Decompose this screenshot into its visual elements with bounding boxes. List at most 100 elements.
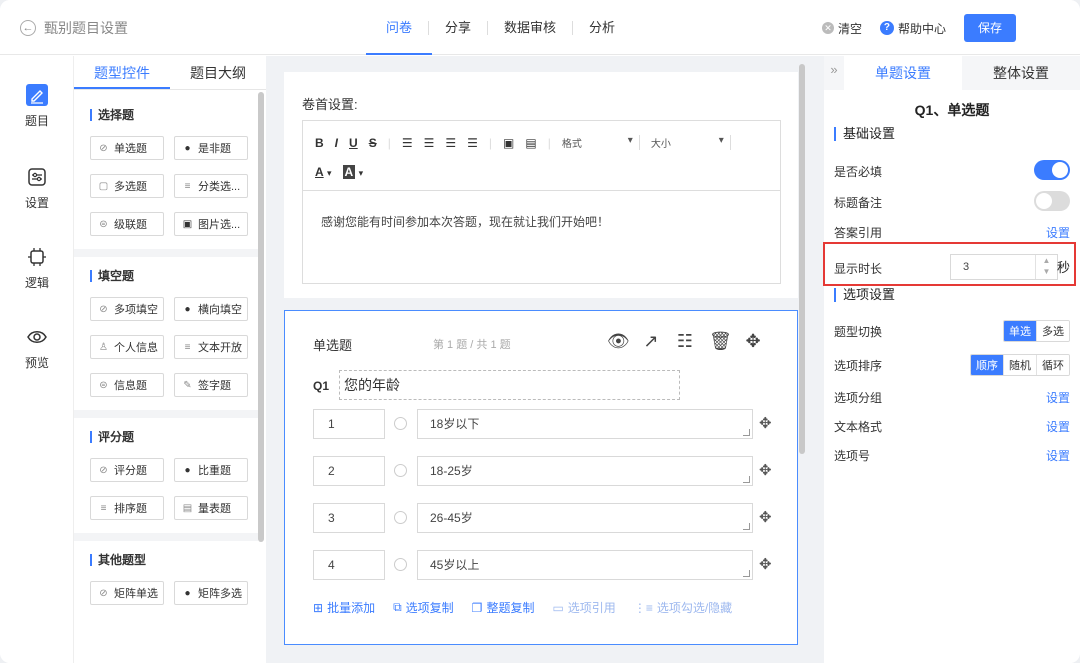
option-number-input[interactable]: 2 xyxy=(313,456,385,486)
align-right-icon[interactable]: ☰ xyxy=(445,136,456,150)
background-color-button[interactable]: A ▾ xyxy=(342,165,363,179)
chip-single-choice[interactable]: ⊘ 单选题 xyxy=(90,136,164,160)
answer-ref-setting-link[interactable]: 设置 xyxy=(1046,224,1070,241)
header-content-text[interactable]: 感谢您能有时间参加本次答题，现在就让我们开始吧！ xyxy=(321,213,609,230)
option-text-input[interactable]: 26-45岁 xyxy=(417,503,753,533)
question-title-input[interactable]: 您的年龄 xyxy=(339,370,680,400)
order-sequential-option[interactable]: 顺序 xyxy=(971,355,1003,375)
chip-image-choice[interactable]: ▣ 图片选... xyxy=(174,212,248,236)
rich-text-editor: B I U S | ☰ ☰ ☰ ☰ | ▣ ▤ | 格式 ▾ 大小 ▾ A ▾ … xyxy=(302,120,781,284)
option-text-input[interactable]: 45岁以上 xyxy=(417,550,753,580)
option-text-input[interactable]: 18-25岁 xyxy=(417,456,753,486)
nav-item-settings[interactable]: 设置 xyxy=(0,166,74,211)
align-center-icon[interactable]: ☰ xyxy=(424,136,435,150)
move-icon[interactable]: ✥ xyxy=(759,461,772,479)
tab-outline[interactable]: 题目大纲 xyxy=(170,56,266,89)
component-scrollbar[interactable] xyxy=(258,92,264,542)
chip-personal-info[interactable]: ♙ 个人信息 xyxy=(90,335,164,359)
chip-multi-choice[interactable]: ▢ 多选题 xyxy=(90,174,164,198)
chip-label: 量表题 xyxy=(198,503,231,515)
help-center-link[interactable]: ? 帮助中心 xyxy=(879,20,946,37)
batch-add-button[interactable]: ⊞ 批量添加 xyxy=(313,599,375,616)
tab-question-settings[interactable]: 单题设置 xyxy=(844,56,962,90)
size-select[interactable]: 大小 ▾ xyxy=(651,135,731,150)
share-icon[interactable]: ↗ xyxy=(641,331,661,352)
group-divider xyxy=(74,410,258,418)
option-number-input[interactable]: 3 xyxy=(313,503,385,533)
tab-share[interactable]: 分享 xyxy=(429,0,487,55)
title-note-toggle[interactable] xyxy=(1034,191,1070,211)
option-number-input[interactable]: 4 xyxy=(313,550,385,580)
strikethrough-button[interactable]: S xyxy=(369,136,377,150)
nav-item-logic[interactable]: 逻辑 xyxy=(0,246,74,291)
move-icon[interactable]: ✥ xyxy=(759,414,772,432)
chip-matrix-multi[interactable]: ● 矩阵多选 xyxy=(174,581,248,605)
chip-yes-no[interactable]: ● 是非题 xyxy=(174,136,248,160)
bold-button[interactable]: B xyxy=(315,136,324,150)
align-left-icon[interactable]: ☰ xyxy=(402,136,413,150)
chip-multi-fill[interactable]: ⊘ 多项填空 xyxy=(90,297,164,321)
insert-image-icon[interactable]: ▣ xyxy=(503,136,514,150)
italic-button[interactable]: I xyxy=(335,136,338,150)
question-page-info: 第 1 题 / 共 1 题 xyxy=(433,339,511,351)
type-switch-label: 题型切换 xyxy=(834,325,883,339)
order-loop-option[interactable]: 循环 xyxy=(1036,355,1069,375)
reference-options-button[interactable]: ▭ 选项引用 xyxy=(552,599,615,616)
copy-options-button[interactable]: ⧉ 选项复制 xyxy=(393,599,454,616)
back-button[interactable]: ← 甄别题目设置 xyxy=(20,18,128,38)
nav-item-preview[interactable]: 预览 xyxy=(0,326,74,371)
header-settings-card: 卷首设置: B I U S | ☰ ☰ ☰ ☰ | ▣ ▤ | 格式 ▾ 大小 … xyxy=(284,72,798,298)
chip-scale[interactable]: ▤ 量表题 xyxy=(174,496,248,520)
chip-horizontal-fill[interactable]: ● 横向填空 xyxy=(174,297,248,321)
type-multi-option[interactable]: 多选 xyxy=(1036,321,1069,341)
canvas-scrollbar[interactable] xyxy=(799,64,805,454)
row-option-number: 选项号 设置 xyxy=(834,444,1070,464)
move-icon[interactable]: ✥ xyxy=(743,331,763,352)
eye-icon[interactable]: 👁 xyxy=(607,331,630,352)
tab-questionnaire[interactable]: 问卷 xyxy=(365,0,433,55)
horizontal-rule-icon[interactable]: ▤ xyxy=(525,136,536,150)
chip-label: 矩阵单选 xyxy=(114,588,158,600)
chip-info[interactable]: ⊜ 信息题 xyxy=(90,373,164,397)
tab-analysis[interactable]: 分析 xyxy=(573,0,631,55)
tab-global-settings[interactable]: 整体设置 xyxy=(962,56,1080,90)
move-icon[interactable]: ✥ xyxy=(759,555,772,573)
question-card[interactable]: 单选题 第 1 题 / 共 1 题 👁 ↗ ☷ 🗑 ✥ Q1 您的年龄 1 18… xyxy=(284,310,798,645)
order-random-option[interactable]: 随机 xyxy=(1003,355,1036,375)
tab-question-types[interactable]: 题型控件 xyxy=(74,56,170,89)
chip-label: 信息题 xyxy=(114,380,147,392)
align-justify-icon[interactable]: ☰ xyxy=(467,136,478,150)
font-color-button[interactable]: A ▾ xyxy=(315,165,332,179)
chip-rating[interactable]: ⊘ 评分题 xyxy=(90,458,164,482)
format-select[interactable]: 格式 ▾ xyxy=(562,135,640,150)
copy-question-button[interactable]: ❐ 整题复制 xyxy=(472,599,535,616)
collapse-icon[interactable]: » xyxy=(824,56,844,90)
underline-button[interactable]: U xyxy=(349,136,358,150)
text-format-setting-link[interactable]: 设置 xyxy=(1046,418,1070,435)
option-filter-button[interactable]: ⋮≡ 选项勾选/隐藏 xyxy=(634,599,732,616)
outline-icon[interactable]: ☷ xyxy=(675,331,695,352)
tab-data-review[interactable]: 数据审核 xyxy=(488,0,572,55)
move-icon[interactable]: ✥ xyxy=(759,508,772,526)
chip-category-choice[interactable]: ≡ 分类选... xyxy=(174,174,248,198)
required-toggle[interactable] xyxy=(1034,160,1070,180)
chip-ranking[interactable]: ≡ 排序题 xyxy=(90,496,164,520)
toolbar-divider: | xyxy=(547,135,551,150)
nav-item-questions[interactable]: 题目 xyxy=(0,84,74,129)
option-number-setting-link[interactable]: 设置 xyxy=(1046,447,1070,464)
trash-icon[interactable]: 🗑 xyxy=(709,331,732,352)
option-text-input[interactable]: 18岁以下 xyxy=(417,409,753,439)
chip-signature[interactable]: ✎ 签字题 xyxy=(174,373,248,397)
person-icon: ♙ xyxy=(99,341,108,353)
chip-cascade[interactable]: ⊜ 级联题 xyxy=(90,212,164,236)
type-single-option[interactable]: 单选 xyxy=(1004,321,1036,341)
option-group-setting-link[interactable]: 设置 xyxy=(1046,389,1070,406)
clear-button[interactable]: ✕ 清空 xyxy=(821,20,862,37)
toolbar-divider: | xyxy=(488,135,493,150)
chip-matrix-single[interactable]: ⊘ 矩阵单选 xyxy=(90,581,164,605)
chip-open-text[interactable]: ≡ 文本开放 xyxy=(174,335,248,359)
chip-weight[interactable]: ● 比重题 xyxy=(174,458,248,482)
chip-label: 分类选... xyxy=(198,181,241,193)
save-button[interactable]: 保存 xyxy=(964,14,1016,42)
option-number-input[interactable]: 1 xyxy=(313,409,385,439)
